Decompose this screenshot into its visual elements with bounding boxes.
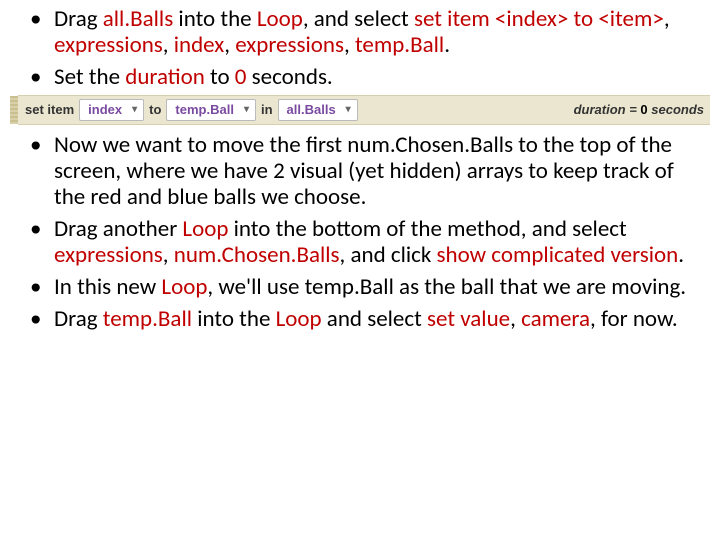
- body-text: , for now.: [590, 305, 678, 333]
- code-text-to: to: [146, 102, 164, 117]
- bullet-list-bottom: Now we want to move the first num.Chosen…: [10, 132, 710, 332]
- keyword-text: expressions: [235, 31, 344, 59]
- keyword-text: Loop: [276, 305, 322, 333]
- body-text: into the: [192, 305, 276, 333]
- code-token-index-label: index: [88, 102, 122, 117]
- body-text: , and select: [303, 5, 414, 33]
- code-duration-label: duration =: [574, 102, 641, 117]
- code-bar-body: set item index ▾ to temp.Ball ▾ in all.B…: [18, 95, 710, 125]
- body-text: Set the: [54, 63, 125, 91]
- keyword-text: temp.Ball: [103, 305, 192, 333]
- code-duration: duration = 0 seconds: [574, 102, 710, 117]
- keyword-text: num.Chosen.Balls: [174, 241, 340, 269]
- body-text: .: [444, 31, 450, 59]
- code-token-array: all.Balls ▾: [278, 99, 358, 121]
- bullet-item: In this new Loop, we'll use temp.Ball as…: [54, 274, 710, 300]
- code-token-index: index ▾: [79, 99, 144, 121]
- slide-page: Drag all.Balls into the Loop, and select…: [0, 0, 720, 348]
- keyword-text: expressions: [54, 31, 163, 59]
- keyword-text: camera: [521, 305, 590, 333]
- keyword-text: temp.Ball: [355, 31, 444, 59]
- body-text: Now we want to move the first num.Chosen…: [54, 131, 674, 211]
- body-text: to: [205, 63, 235, 91]
- body-text: ,: [664, 5, 670, 33]
- keyword-text: set value: [427, 305, 510, 333]
- body-text: into the bottom of the method, and selec…: [228, 215, 626, 243]
- body-text: and select: [322, 305, 427, 333]
- keyword-text: Loop: [257, 5, 303, 33]
- body-text: ,: [163, 241, 174, 269]
- keyword-text: all.Balls: [103, 5, 173, 33]
- code-duration-unit: seconds: [648, 102, 704, 117]
- code-bar: set item index ▾ to temp.Ball ▾ in all.B…: [10, 96, 710, 124]
- body-text: Drag another: [54, 215, 182, 243]
- body-text: ,: [163, 31, 174, 59]
- keyword-text: 0: [235, 63, 247, 91]
- code-bar-grip: [10, 96, 18, 124]
- code-text-in: in: [258, 102, 276, 117]
- keyword-text: show complicated version: [437, 241, 679, 269]
- body-text: ,: [510, 305, 521, 333]
- dropdown-arrow-icon: ▾: [346, 104, 351, 115]
- keyword-text: duration: [125, 63, 205, 91]
- body-text: , and click: [340, 241, 437, 269]
- dropdown-arrow-icon: ▾: [132, 104, 137, 115]
- body-text: , we'll use temp.Ball as the ball that w…: [207, 273, 686, 301]
- keyword-text: set item <index> to <item>: [414, 5, 664, 33]
- bullet-item: Drag temp.Ball into the Loop and select …: [54, 306, 710, 332]
- keyword-text: Loop: [161, 273, 207, 301]
- bullet-item: Now we want to move the first num.Chosen…: [54, 132, 710, 210]
- bullet-list-top: Drag all.Balls into the Loop, and select…: [10, 6, 710, 90]
- bullet-item: Drag another Loop into the bottom of the…: [54, 216, 710, 268]
- body-text: ,: [224, 31, 235, 59]
- body-text: seconds.: [246, 63, 332, 91]
- bullet-item: Set the duration to 0 seconds.: [54, 64, 710, 90]
- dropdown-arrow-icon: ▾: [244, 104, 249, 115]
- code-token-array-label: all.Balls: [287, 102, 336, 117]
- code-duration-value: 0: [640, 102, 647, 117]
- code-token-item: temp.Ball ▾: [166, 99, 256, 121]
- code-text-setitem: set item: [22, 102, 77, 117]
- body-text: into the: [173, 5, 257, 33]
- keyword-text: Loop: [182, 215, 228, 243]
- body-text: Drag: [54, 5, 103, 33]
- body-text: Drag: [54, 305, 103, 333]
- body-text: .: [678, 241, 684, 269]
- keyword-text: index: [174, 31, 225, 59]
- code-token-item-label: temp.Ball: [175, 102, 234, 117]
- bullet-item: Drag all.Balls into the Loop, and select…: [54, 6, 710, 58]
- keyword-text: expressions: [54, 241, 163, 269]
- body-text: ,: [344, 31, 355, 59]
- body-text: In this new: [54, 273, 161, 301]
